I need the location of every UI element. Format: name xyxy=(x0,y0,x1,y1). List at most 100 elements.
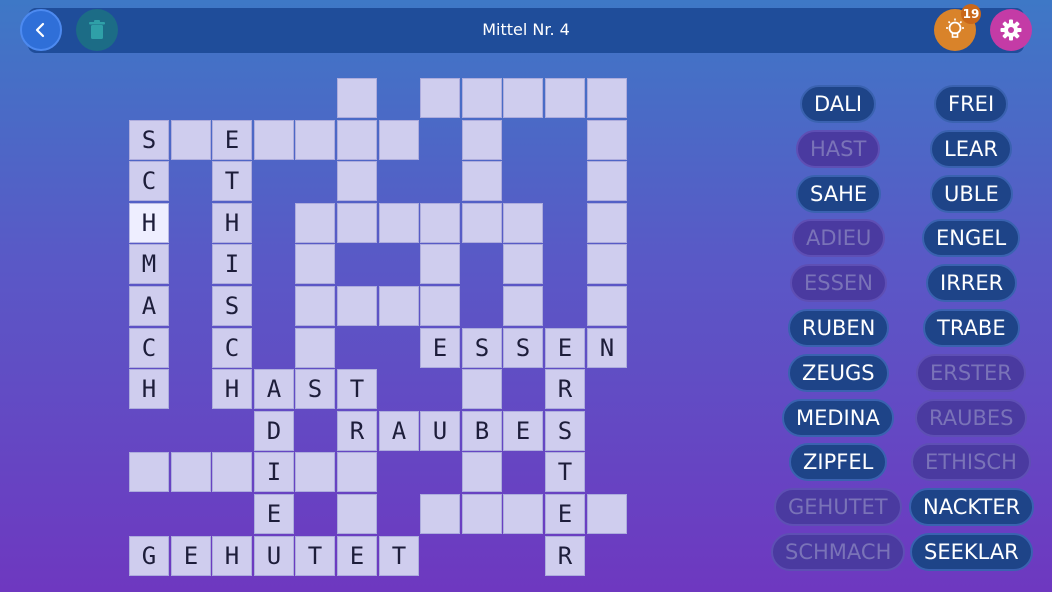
grid-cell-empty[interactable] xyxy=(337,78,377,118)
grid-cell-empty[interactable] xyxy=(337,161,377,201)
word-pill-engel[interactable]: ENGEL xyxy=(922,219,1021,257)
grid-cell-empty[interactable] xyxy=(587,203,627,243)
grid-cell-letter[interactable]: S xyxy=(295,369,335,409)
word-pill-sahe[interactable]: SAHE xyxy=(796,175,882,213)
word-pill-irrer[interactable]: IRRER xyxy=(926,264,1018,302)
grid-cell-empty[interactable] xyxy=(587,494,627,534)
word-pill-raubes[interactable]: RAUBES xyxy=(915,399,1028,437)
grid-cell-letter[interactable]: U xyxy=(420,411,460,451)
grid-cell-empty[interactable] xyxy=(171,452,211,492)
grid-cell-letter[interactable]: T xyxy=(212,161,252,201)
grid-cell-empty[interactable] xyxy=(337,203,377,243)
word-pill-hast[interactable]: HAST xyxy=(796,130,881,168)
grid-cell-empty[interactable] xyxy=(212,452,252,492)
grid-cell-empty[interactable] xyxy=(462,120,502,160)
grid-cell-empty[interactable] xyxy=(587,244,627,284)
grid-cell-letter[interactable]: T xyxy=(379,536,419,576)
grid-cell-empty[interactable] xyxy=(462,203,502,243)
grid-cell-letter[interactable]: C xyxy=(129,161,169,201)
grid-cell-letter[interactable]: B xyxy=(462,411,502,451)
grid-cell-letter[interactable]: R xyxy=(337,411,377,451)
grid-cell-letter[interactable]: E xyxy=(503,411,543,451)
grid-cell-letter[interactable]: A xyxy=(129,286,169,326)
word-pill-frei[interactable]: FREI xyxy=(934,85,1009,123)
grid-cell-letter[interactable]: U xyxy=(254,536,294,576)
grid-cell-empty[interactable] xyxy=(171,120,211,160)
word-pill-lear[interactable]: LEAR xyxy=(930,130,1012,168)
settings-button[interactable] xyxy=(990,9,1032,51)
word-pill-trabe[interactable]: TRABE xyxy=(923,309,1020,347)
grid-cell-letter[interactable]: A xyxy=(379,411,419,451)
grid-cell-letter[interactable]: D xyxy=(254,411,294,451)
word-pill-medina[interactable]: MEDINA xyxy=(782,399,894,437)
grid-cell-empty[interactable] xyxy=(503,203,543,243)
grid-cell-empty[interactable] xyxy=(295,286,335,326)
grid-cell-empty[interactable] xyxy=(295,120,335,160)
word-pill-nackter[interactable]: NACKTER xyxy=(909,488,1035,526)
word-pill-zipfel[interactable]: ZIPFEL xyxy=(789,443,888,481)
grid-cell-empty[interactable] xyxy=(462,369,502,409)
word-pill-schmach[interactable]: SCHMACH xyxy=(771,533,906,571)
grid-cell-empty[interactable] xyxy=(129,452,169,492)
word-pill-zeugs[interactable]: ZEUGS xyxy=(788,354,889,392)
grid-cell-empty[interactable] xyxy=(462,452,502,492)
grid-cell-empty[interactable] xyxy=(420,494,460,534)
word-pill-gehutet[interactable]: GEHUTET xyxy=(774,488,902,526)
word-pill-essen[interactable]: ESSEN xyxy=(790,264,887,302)
grid-cell-empty[interactable] xyxy=(295,203,335,243)
grid-cell-empty[interactable] xyxy=(587,161,627,201)
grid-cell-letter[interactable]: E xyxy=(212,120,252,160)
grid-cell-empty[interactable] xyxy=(462,161,502,201)
grid-cell-empty[interactable] xyxy=(503,78,543,118)
trash-button[interactable] xyxy=(76,9,118,51)
grid-cell-empty[interactable] xyxy=(420,286,460,326)
back-button[interactable] xyxy=(20,9,62,51)
grid-cell-letter[interactable]: H xyxy=(129,203,169,243)
grid-cell-letter[interactable]: E xyxy=(420,328,460,368)
grid-cell-letter[interactable]: E xyxy=(254,494,294,534)
grid-cell-letter[interactable]: E xyxy=(545,328,585,368)
word-pill-dali[interactable]: DALI xyxy=(800,85,877,123)
grid-cell-letter[interactable]: T xyxy=(295,536,335,576)
grid-cell-letter[interactable]: C xyxy=(212,328,252,368)
grid-cell-letter[interactable]: S xyxy=(129,120,169,160)
grid-cell-letter[interactable]: R xyxy=(545,369,585,409)
grid-cell-letter[interactable]: E xyxy=(545,494,585,534)
grid-cell-empty[interactable] xyxy=(379,203,419,243)
grid-cell-empty[interactable] xyxy=(337,494,377,534)
grid-cell-empty[interactable] xyxy=(254,120,294,160)
grid-cell-letter[interactable]: G xyxy=(129,536,169,576)
grid-cell-empty[interactable] xyxy=(337,452,377,492)
word-pill-erster[interactable]: ERSTER xyxy=(916,354,1026,392)
grid-cell-empty[interactable] xyxy=(503,494,543,534)
grid-cell-letter[interactable]: H xyxy=(212,369,252,409)
grid-cell-empty[interactable] xyxy=(379,286,419,326)
grid-cell-letter[interactable]: S xyxy=(503,328,543,368)
grid-cell-letter[interactable]: S xyxy=(462,328,502,368)
grid-cell-letter[interactable]: E xyxy=(171,536,211,576)
grid-cell-empty[interactable] xyxy=(337,286,377,326)
grid-cell-empty[interactable] xyxy=(379,120,419,160)
grid-cell-letter[interactable]: S xyxy=(545,411,585,451)
grid-cell-empty[interactable] xyxy=(337,120,377,160)
grid-cell-letter[interactable]: H xyxy=(129,369,169,409)
grid-cell-letter[interactable]: H xyxy=(212,536,252,576)
grid-cell-empty[interactable] xyxy=(462,78,502,118)
grid-cell-letter[interactable]: S xyxy=(212,286,252,326)
grid-cell-empty[interactable] xyxy=(295,328,335,368)
grid-cell-letter[interactable]: A xyxy=(254,369,294,409)
grid-cell-empty[interactable] xyxy=(503,286,543,326)
word-pill-uble[interactable]: UBLE xyxy=(930,175,1013,213)
grid-cell-empty[interactable] xyxy=(587,286,627,326)
word-pill-seeklar[interactable]: SEEKLAR xyxy=(910,533,1033,571)
grid-cell-letter[interactable]: T xyxy=(545,452,585,492)
grid-cell-letter[interactable]: T xyxy=(337,369,377,409)
grid-cell-letter[interactable]: I xyxy=(212,244,252,284)
grid-cell-empty[interactable] xyxy=(420,78,460,118)
grid-cell-letter[interactable]: H xyxy=(212,203,252,243)
word-pill-adieu[interactable]: ADIEU xyxy=(792,219,886,257)
grid-cell-empty[interactable] xyxy=(462,494,502,534)
grid-cell-empty[interactable] xyxy=(295,244,335,284)
grid-cell-empty[interactable] xyxy=(545,78,585,118)
grid-cell-empty[interactable] xyxy=(587,120,627,160)
